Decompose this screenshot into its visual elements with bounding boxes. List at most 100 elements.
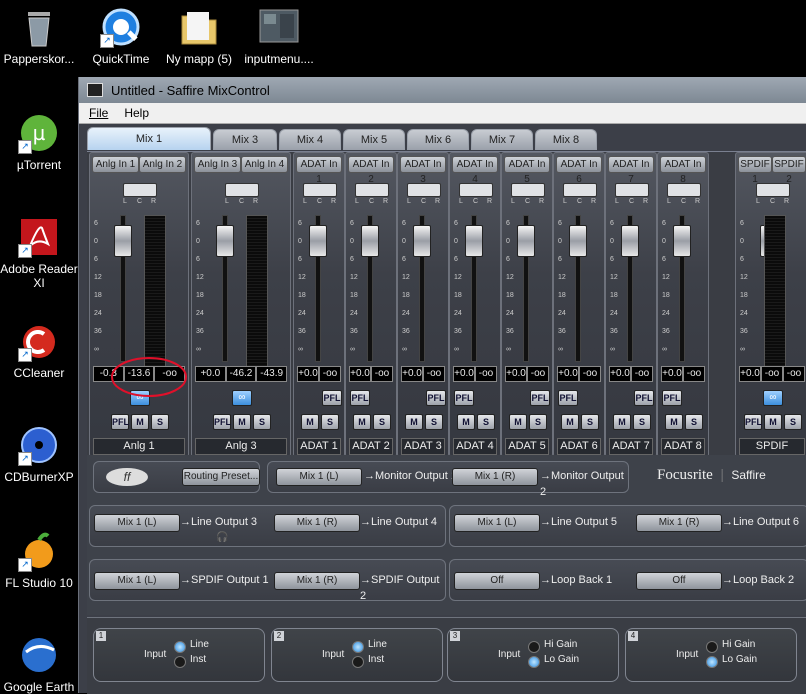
stereo-link-button[interactable]: ∞ [763,390,783,406]
pan-slider[interactable] [756,183,790,197]
monitor-output-1-source[interactable]: Mix 1 (L) [276,468,362,486]
mute-button[interactable]: M [353,414,371,430]
input-mode-radio[interactable] [174,656,186,668]
gain-readout[interactable]: +0.0 [557,366,579,382]
desktop-icon-cdburnerxp[interactable]: ↗ CDBurnerXP [0,424,78,484]
mute-button[interactable]: M [457,414,475,430]
mute-button[interactable]: M [405,414,423,430]
solo-button[interactable]: S [685,414,703,430]
menu-file[interactable]: File [79,106,114,120]
mute-button[interactable]: M [665,414,683,430]
gain-readout[interactable]: +0.0 [739,366,761,382]
pfl-button[interactable]: PFL [662,390,682,406]
pan-slider[interactable] [615,183,649,197]
pan-slider[interactable] [355,183,389,197]
gain-readout[interactable]: +0.0 [195,366,226,382]
tab-mix-6[interactable]: Mix 6 [407,129,469,150]
mute-button[interactable]: M [509,414,527,430]
gain-readout[interactable]: +0.0 [453,366,475,382]
input-mode-radio[interactable] [706,641,718,653]
mute-button[interactable]: M [561,414,579,430]
pfl-button[interactable]: PFL [558,390,578,406]
gain-readout[interactable]: +0.0 [349,366,371,382]
pfl-button[interactable]: PFL [350,390,370,406]
fader-knob[interactable] [621,225,639,257]
desktop-icon-fl-studio[interactable]: ↗ FL Studio 10 [0,530,78,590]
desktop-icon-quicktime[interactable]: ↗ QuickTime [82,6,160,66]
gain-readout[interactable]: +0.0 [297,366,319,382]
routing-preset-button[interactable]: Routing Preset... [182,468,260,486]
pan-slider[interactable] [667,183,701,197]
gain-readout[interactable]: +0.0 [661,366,683,382]
solo-button[interactable]: S [633,414,651,430]
pfl-button[interactable]: PFL [744,414,762,430]
spdif-output-2-source[interactable]: Mix 1 (R) [274,572,360,590]
mute-button[interactable]: M [131,414,149,430]
solo-button[interactable]: S [784,414,802,430]
input-mode-radio[interactable] [352,656,364,668]
line-output-4-source[interactable]: Mix 1 (R) [274,514,360,532]
line-output-3-source[interactable]: Mix 1 (L) [94,514,180,532]
pan-slider[interactable] [407,183,441,197]
line-output-5-source[interactable]: Mix 1 (L) [454,514,540,532]
input-mode-radio[interactable] [706,656,718,668]
desktop-icon-google-earth[interactable]: Google Earth [0,634,78,694]
solo-button[interactable]: S [253,414,271,430]
title-bar[interactable]: Untitled - Saffire MixControl [79,77,806,103]
mute-button[interactable]: M [233,414,251,430]
solo-button[interactable]: S [373,414,391,430]
fader-knob[interactable] [216,225,234,257]
pan-slider[interactable] [303,183,337,197]
desktop-icon-recycle-bin[interactable]: Papperskor... [0,6,78,66]
desktop-icon-utorrent[interactable]: µ ↗ µTorrent [0,112,78,172]
fader-knob[interactable] [309,225,327,257]
input-mode-radio[interactable] [528,641,540,653]
tab-mix-5[interactable]: Mix 5 [343,129,405,150]
tab-mix-1[interactable]: Mix 1 [87,127,211,150]
pfl-button[interactable]: PFL [530,390,550,406]
desktop-icon-folder[interactable]: Ny mapp (5) [160,6,238,66]
tab-mix-4[interactable]: Mix 4 [279,129,341,150]
tab-mix-7[interactable]: Mix 7 [471,129,533,150]
gain-readout[interactable]: +0.0 [401,366,423,382]
monitor-output-2-source[interactable]: Mix 1 (R) [452,468,538,486]
stereo-link-button[interactable]: ∞ [232,390,252,406]
fader-knob[interactable] [413,225,431,257]
solo-button[interactable]: S [425,414,443,430]
tab-mix-8[interactable]: Mix 8 [535,129,597,150]
fader-knob[interactable] [361,225,379,257]
mute-button[interactable]: M [613,414,631,430]
solo-button[interactable]: S [151,414,169,430]
fader-knob[interactable] [517,225,535,257]
pan-slider[interactable] [123,183,157,197]
solo-button[interactable]: S [477,414,495,430]
desktop-icon-inputmenu[interactable]: inputmenu.... [240,6,318,66]
tab-mix-3[interactable]: Mix 3 [213,129,277,150]
pfl-button[interactable]: PFL [111,414,129,430]
pan-slider[interactable] [225,183,259,197]
pfl-button[interactable]: PFL [634,390,654,406]
pfl-button[interactable]: PFL [322,390,342,406]
pfl-button[interactable]: PFL [426,390,446,406]
fader-knob[interactable] [465,225,483,257]
solo-button[interactable]: S [321,414,339,430]
input-mode-radio[interactable] [528,656,540,668]
solo-button[interactable]: S [529,414,547,430]
spdif-output-1-source[interactable]: Mix 1 (L) [94,572,180,590]
menu-help[interactable]: Help [114,106,155,120]
pan-slider[interactable] [563,183,597,197]
solo-button[interactable]: S [581,414,599,430]
mute-button[interactable]: M [301,414,319,430]
pan-slider[interactable] [459,183,493,197]
pan-slider[interactable] [511,183,545,197]
loopback-2-source[interactable]: Off [636,572,722,590]
gain-readout[interactable]: +0.0 [609,366,631,382]
input-mode-radio[interactable] [174,641,186,653]
mute-button[interactable]: M [764,414,782,430]
gain-readout[interactable]: +0.0 [505,366,527,382]
line-output-6-source[interactable]: Mix 1 (R) [636,514,722,532]
fader-knob[interactable] [673,225,691,257]
pfl-button[interactable]: PFL [454,390,474,406]
loopback-1-source[interactable]: Off [454,572,540,590]
input-mode-radio[interactable] [352,641,364,653]
